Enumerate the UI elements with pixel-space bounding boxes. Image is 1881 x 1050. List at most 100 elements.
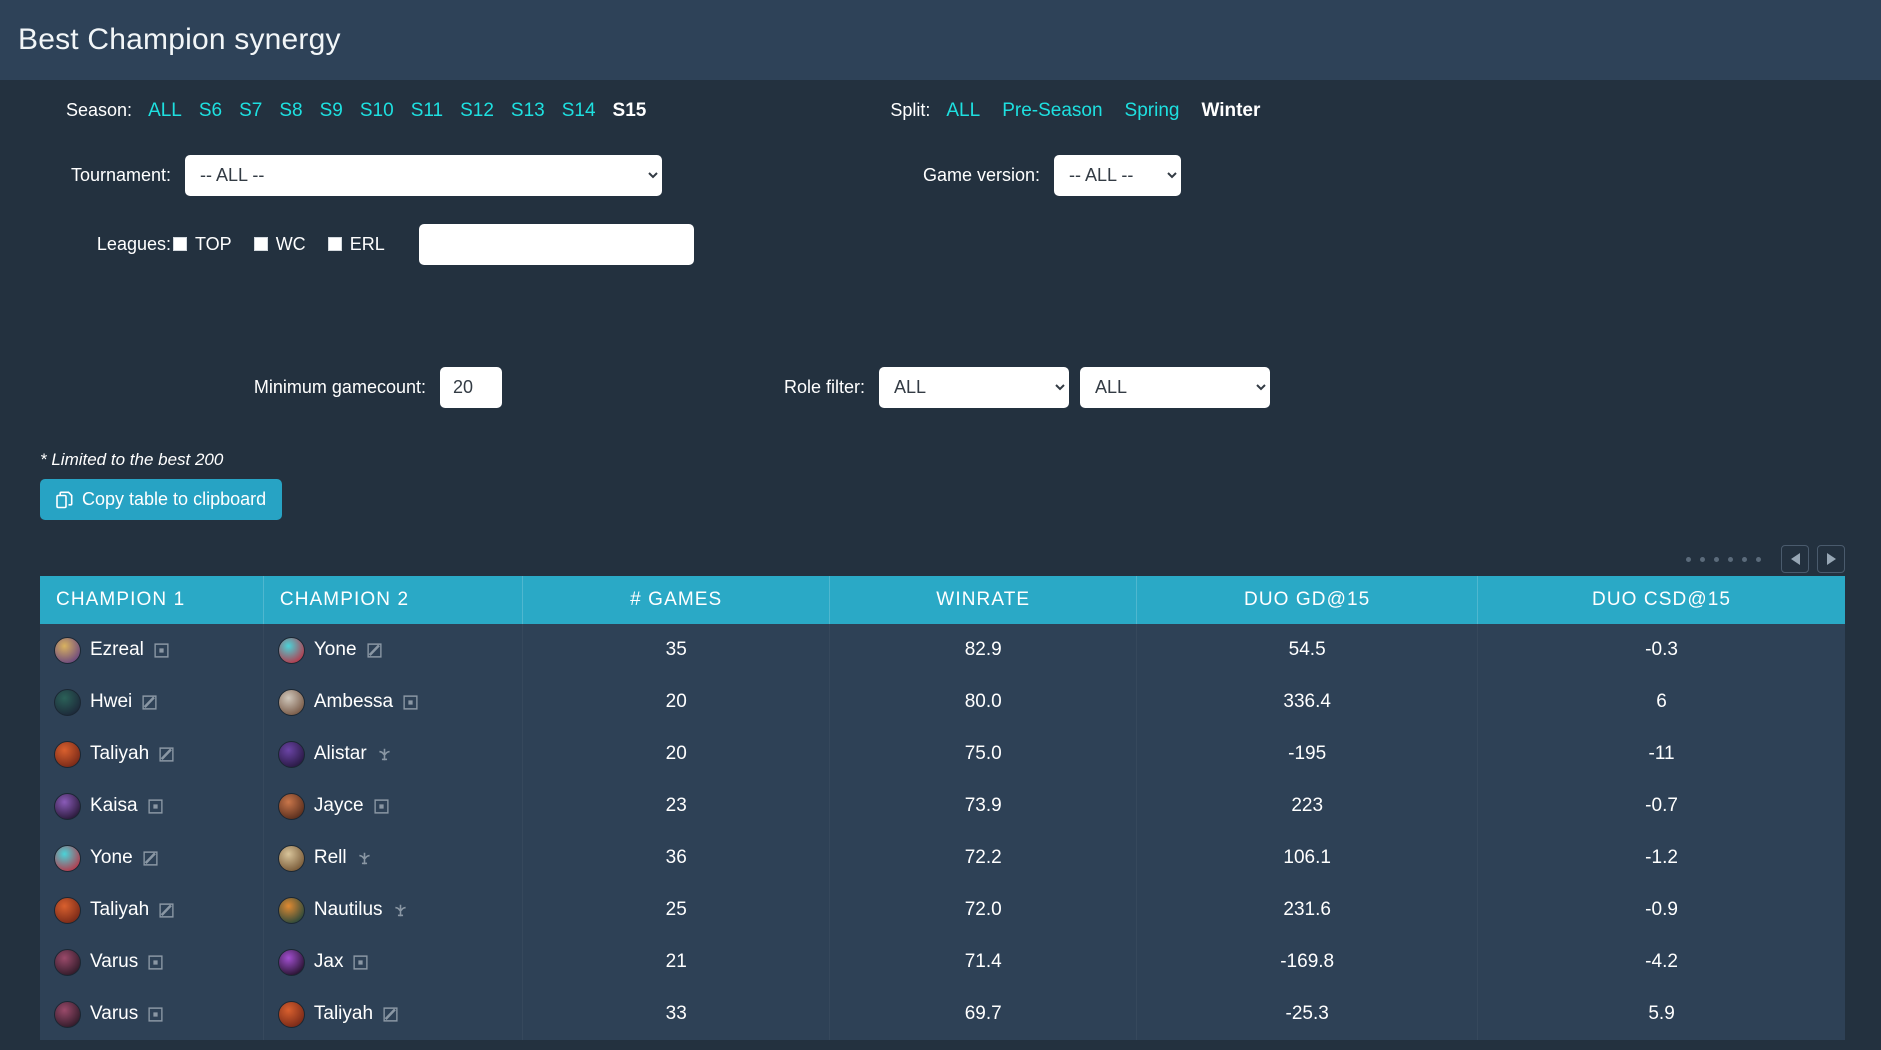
- champion-2-cell[interactable]: Yone: [263, 624, 524, 676]
- table-row[interactable]: Taliyah Nautilus 25 72.0 231.6 -0.9: [40, 884, 1845, 936]
- champion-1-cell[interactable]: Yone: [40, 832, 264, 884]
- pagination-dot[interactable]: [1756, 556, 1761, 562]
- split-option-all[interactable]: ALL: [946, 100, 980, 121]
- duo-gd15-cell: 54.5: [1136, 624, 1479, 676]
- pagination-dots: [1686, 556, 1761, 562]
- pagination-dot[interactable]: [1700, 556, 1705, 562]
- table-row[interactable]: Ezreal Yone 35 82.9 54.5 -0.3: [40, 624, 1845, 676]
- page-title: Best Champion synergy: [18, 23, 341, 56]
- league-checkbox-erl[interactable]: ERL: [327, 233, 385, 255]
- champion-name: Taliyah: [90, 743, 150, 764]
- season-option-all[interactable]: ALL: [148, 100, 182, 121]
- split-pill-list: ALL Pre-Season Spring Winter: [946, 100, 1282, 122]
- season-option-s14[interactable]: S14: [562, 100, 596, 121]
- pagination-dot[interactable]: [1686, 556, 1691, 562]
- champion-2-cell[interactable]: Rell: [263, 832, 524, 884]
- champion-avatar: [277, 948, 305, 976]
- table-head: CHAMPION 1 CHAMPION 2 # GAMES WINRATE DUO GD…: [40, 576, 1845, 624]
- copy-icon: [56, 491, 73, 509]
- champion-2-cell[interactable]: Nautilus: [263, 884, 524, 936]
- checkbox-icon[interactable]: [253, 237, 268, 251]
- leagues-row: Leagues: TOP WC ERL: [0, 208, 1881, 280]
- table-header-champion-2[interactable]: CHAMPION 2: [263, 576, 524, 624]
- role-filter-select-1[interactable]: ALL: [879, 366, 1069, 408]
- champion-entry: Hwei: [54, 688, 262, 716]
- duo-gd15-cell: 106.1: [1136, 832, 1479, 884]
- champion-2-cell[interactable]: Alistar: [263, 728, 524, 780]
- champion-1-cell[interactable]: Kaisa: [40, 780, 264, 832]
- season-filter: Season: ALL S6 S7 S8 S9 S10 S11 S12 S13 S14 S15: [66, 100, 646, 122]
- league-checkbox-label: ERL: [349, 233, 385, 254]
- season-option-s10[interactable]: S10: [360, 100, 394, 121]
- tournament-select[interactable]: -- ALL --: [185, 154, 662, 196]
- champion-2-cell[interactable]: Jayce: [263, 780, 524, 832]
- champion-2-cell[interactable]: Taliyah: [263, 988, 524, 1040]
- pagination-next-button[interactable]: [1817, 545, 1845, 573]
- duo-gd15-cell: 231.6: [1136, 884, 1479, 936]
- duo-csd15-cell: -1.2: [1477, 832, 1845, 884]
- pagination-dot[interactable]: [1714, 556, 1719, 562]
- table-row[interactable]: Varus Jax 21 71.4 -169.8 -4.2: [40, 936, 1845, 988]
- role-filter-select-2[interactable]: ALL: [1080, 366, 1270, 408]
- games-cell: 21: [522, 936, 831, 988]
- champion-avatar: [277, 844, 305, 872]
- games-cell: 35: [522, 624, 831, 676]
- table-header-champion-1[interactable]: CHAMPION 1: [40, 576, 264, 624]
- champion-entry: Ezreal: [54, 636, 262, 664]
- pagination-prev-button[interactable]: [1781, 545, 1809, 573]
- champion-1-cell[interactable]: Varus: [40, 936, 264, 988]
- table-header-games[interactable]: # GAMES: [522, 576, 831, 624]
- season-option-s6[interactable]: S6: [199, 100, 222, 121]
- champion-1-cell[interactable]: Taliyah: [40, 884, 264, 936]
- season-pill-list: ALL S6 S7 S8 S9 S10 S11 S12 S13 S14 S15: [148, 100, 646, 122]
- table-row[interactable]: Taliyah Alistar 20 75.0 -195 -11: [40, 728, 1845, 780]
- table-row[interactable]: Varus Taliyah 33 69.7 -25.3 5.9: [40, 988, 1845, 1040]
- checkbox-icon[interactable]: [327, 237, 342, 251]
- table-header-winrate[interactable]: WINRATE: [829, 576, 1138, 624]
- champion-avatar: [277, 792, 305, 820]
- role-icon-bot: [403, 694, 418, 710]
- pagination-dot[interactable]: [1742, 556, 1747, 562]
- champion-1-cell[interactable]: Hwei: [40, 676, 264, 728]
- leagues-text-input[interactable]: [418, 223, 694, 265]
- minimum-gamecount-input[interactable]: [440, 366, 502, 408]
- duo-gd15-cell: -169.8: [1136, 936, 1479, 988]
- tournament-label: Tournament:: [70, 164, 171, 185]
- season-option-s13[interactable]: S13: [511, 100, 545, 121]
- copy-table-button[interactable]: Copy table to clipboard: [40, 479, 283, 520]
- champion-avatar: [54, 792, 81, 820]
- season-option-s7[interactable]: S7: [239, 100, 262, 121]
- table-header-duo-csd-15[interactable]: DUO CSD@15: [1477, 576, 1845, 624]
- leagues-checkbox-group: TOP WC ERL: [173, 234, 407, 255]
- champion-avatar: [277, 896, 305, 924]
- champion-1-cell[interactable]: Ezreal: [40, 624, 264, 676]
- duo-csd15-cell: 6: [1477, 676, 1845, 728]
- winrate-cell: 82.9: [829, 624, 1138, 676]
- split-option-spring[interactable]: Spring: [1125, 100, 1180, 121]
- game-version-select[interactable]: -- ALL --: [1054, 154, 1181, 196]
- champion-2-cell[interactable]: Ambessa: [263, 676, 524, 728]
- season-option-s12[interactable]: S12: [460, 100, 494, 121]
- champion-2-cell[interactable]: Jax: [263, 936, 524, 988]
- champion-name: Varus: [90, 1003, 139, 1024]
- checkbox-icon[interactable]: [173, 237, 187, 251]
- table-header-duo-gd-15[interactable]: DUO GD@15: [1136, 576, 1479, 624]
- season-option-s11[interactable]: S11: [411, 100, 443, 121]
- season-option-s15[interactable]: S15: [613, 100, 647, 121]
- season-option-s8[interactable]: S8: [279, 100, 302, 121]
- note-and-copy: * Limited to the best 200 Copy table to …: [40, 450, 1881, 520]
- season-option-s9[interactable]: S9: [320, 100, 343, 121]
- champion-1-cell[interactable]: Varus: [40, 988, 264, 1040]
- league-checkbox-wc[interactable]: WC: [253, 234, 306, 255]
- champion-1-cell[interactable]: Taliyah: [40, 728, 264, 780]
- pagination-dot[interactable]: [1728, 556, 1733, 562]
- split-option-winter[interactable]: Winter: [1201, 100, 1260, 121]
- split-option-pre-season[interactable]: Pre-Season: [1002, 100, 1102, 121]
- table-row[interactable]: Hwei Ambessa 20 80.0 336.4 6: [40, 676, 1845, 728]
- table-row[interactable]: Yone Rell 36 72.2 106.1 -1.2: [40, 832, 1845, 884]
- synergy-table: CHAMPION 1 CHAMPION 2 # GAMES WINRATE DUO GD…: [40, 576, 1845, 1040]
- table-row[interactable]: Kaisa Jayce 23 73.9 223 -0.7: [40, 780, 1845, 832]
- chevron-left-icon: [1790, 553, 1800, 565]
- role-icon-bot: [147, 798, 163, 814]
- league-checkbox-top[interactable]: TOP: [173, 234, 232, 255]
